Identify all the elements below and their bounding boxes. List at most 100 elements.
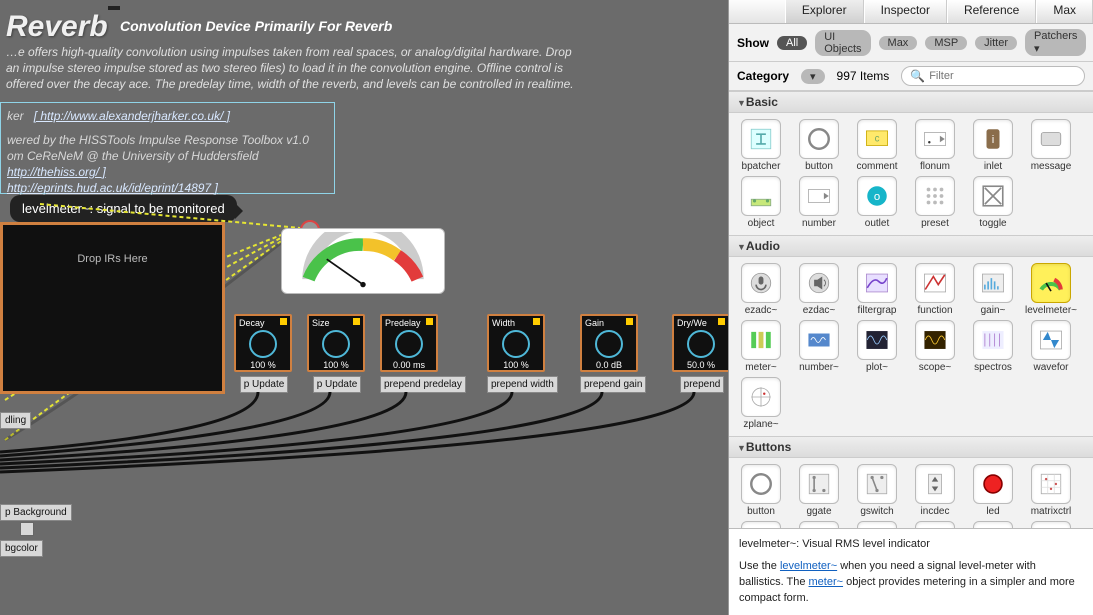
send-object[interactable]: p Update [313, 376, 362, 393]
dial-knob[interactable] [395, 330, 423, 358]
section-header-buttons[interactable]: Buttons [729, 436, 1093, 458]
search-input[interactable] [929, 70, 1076, 82]
category-dropdown[interactable]: ▾ [801, 69, 825, 84]
tab-inspector[interactable]: Inspector [864, 0, 947, 23]
dial-map-icon[interactable] [626, 318, 633, 325]
palette-item-comment[interactable]: ccomment [849, 119, 905, 172]
meter-icon [741, 320, 781, 360]
send-object[interactable]: prepend gain [580, 376, 646, 393]
palette-item-gswitch[interactable]: gswitch [849, 464, 905, 517]
dial-gain[interactable]: Gain 0.0 dB prepend gain [580, 314, 640, 393]
inlet-icon: i [973, 119, 1013, 159]
palette-item-led[interactable]: led [965, 464, 1021, 517]
dial-knob[interactable] [595, 330, 623, 358]
palette-item-plot[interactable]: plot~ [849, 320, 905, 373]
palette-item-inlet[interactable]: iinlet [965, 119, 1021, 172]
filter-jitter[interactable]: Jitter [975, 36, 1017, 50]
send-object[interactable]: p Update [240, 376, 289, 393]
comment-icon: c [857, 119, 897, 159]
p-background-object[interactable]: p Background [0, 504, 72, 521]
palette-item-incdec[interactable]: incdec [907, 464, 963, 517]
author-url[interactable]: [ http://www.alexanderjharker.co.uk/ ] [34, 109, 230, 123]
audio-bus-cables [0, 392, 728, 482]
palette-item-filtergrap[interactable]: filtergrap [849, 263, 905, 316]
palette-item-function[interactable]: function [907, 263, 963, 316]
svg-text:o: o [874, 191, 880, 203]
palette-item-levelmeter[interactable]: levelmeter~ [1023, 263, 1079, 316]
tab-max[interactable]: Max [1036, 0, 1093, 23]
dial-dry/we[interactable]: Dry/We 50.0 % prepend [672, 314, 728, 393]
filter-all[interactable]: All [777, 36, 807, 50]
dial-knob[interactable] [687, 330, 715, 358]
dial-map-icon[interactable] [280, 318, 287, 325]
palette-item-spectros[interactable]: spectros [965, 320, 1021, 373]
dial-decay[interactable]: Decay 100 % p Update [234, 314, 294, 393]
filter-max[interactable]: Max [879, 36, 918, 50]
dial-knob[interactable] [249, 330, 277, 358]
palette-item-button[interactable]: button [733, 464, 789, 517]
section-header-basic[interactable]: Basic [729, 91, 1093, 113]
filter-ui-objects[interactable]: UI Objects [815, 30, 870, 56]
tab-explorer[interactable]: Explorer [785, 0, 864, 23]
credit-link-2[interactable]: http://eprints.hud.ac.uk/id/eprint/14897… [7, 181, 218, 195]
section-header-audio[interactable]: Audio [729, 235, 1093, 257]
author-info-box: ker [ http://www.alexanderjharker.co.uk/… [0, 102, 335, 194]
palette-item-number[interactable]: number~ [791, 320, 847, 373]
ir-drop-label: Drop IRs Here [3, 253, 222, 265]
palette-item-bpatcher[interactable]: bpatcher [733, 119, 789, 172]
dling-object[interactable]: dling [0, 412, 31, 429]
filter-patchers[interactable]: Patchers [1025, 29, 1086, 56]
dial-map-icon[interactable] [353, 318, 360, 325]
palette-item-toggle[interactable]: toggle [965, 176, 1021, 229]
bgcolor-toggle[interactable] [20, 522, 34, 536]
category-bar: Category ▾ 997 Items 🔍 [729, 62, 1093, 91]
dial-predelay[interactable]: Predelay 0.00 ms prepend predelay [380, 314, 440, 393]
tab-reference[interactable]: Reference [947, 0, 1036, 23]
preset-icon [915, 176, 955, 216]
palette-item-button[interactable]: button [791, 119, 847, 172]
palette-item-ezadc[interactable]: ezadc~ [733, 263, 789, 316]
panel-tabs: Explorer Inspector Reference Max [729, 0, 1093, 24]
inlet-tooltip: levelmeter~: signal to be monitored [10, 195, 237, 222]
patcher-canvas[interactable]: Reverb Convolution Device Primarily For … [0, 0, 728, 615]
dial-knob[interactable] [502, 330, 530, 358]
wave-icon [1031, 320, 1071, 360]
object-icon [741, 176, 781, 216]
search-field-wrap[interactable]: 🔍 [901, 66, 1085, 86]
dial-map-icon[interactable] [533, 318, 540, 325]
send-object[interactable]: prepend predelay [380, 376, 466, 393]
help-link-levelmeter[interactable]: levelmeter~ [780, 560, 837, 572]
palette-item-ggate[interactable]: ggate [791, 464, 847, 517]
palette-item-scope[interactable]: scope~ [907, 320, 963, 373]
show-label: Show [737, 36, 769, 50]
palette-item-message[interactable]: message [1023, 119, 1079, 172]
palette-item-matrixctrl[interactable]: matrixctrl [1023, 464, 1079, 517]
palette-item-meter[interactable]: meter~ [733, 320, 789, 373]
item-count: 997 Items [837, 69, 890, 83]
levelmeter-object[interactable] [281, 228, 445, 294]
patch-title: Reverb [6, 10, 108, 44]
show-filter-bar: Show All UI Objects Max MSP Jitter Patch… [729, 24, 1093, 62]
dial-map-icon[interactable] [426, 318, 433, 325]
palette-item-gain[interactable]: gain~ [965, 263, 1021, 316]
circle-icon [741, 464, 781, 504]
dial-map-icon[interactable] [718, 318, 725, 325]
palette-item-outlet[interactable]: ooutlet [849, 176, 905, 229]
dial-width[interactable]: Width 100 % prepend width [487, 314, 547, 393]
help-link-meter[interactable]: meter~ [809, 576, 844, 588]
send-object[interactable]: prepend width [487, 376, 558, 393]
palette-item-object[interactable]: object [733, 176, 789, 229]
palette-item-ezdac[interactable]: ezdac~ [791, 263, 847, 316]
ir-drop-zone[interactable]: Drop IRs Here [0, 222, 225, 394]
bgcolor-object[interactable]: bgcolor [0, 540, 43, 557]
credit-link-1[interactable]: http://thehiss.org/ ] [7, 165, 106, 179]
palette-item-flonum[interactable]: flonum [907, 119, 963, 172]
palette-item-wavefor[interactable]: wavefor [1023, 320, 1079, 373]
palette-item-zplane[interactable]: zplane~ [733, 377, 789, 430]
palette-item-number[interactable]: number [791, 176, 847, 229]
dial-size[interactable]: Size 100 % p Update [307, 314, 367, 393]
send-object[interactable]: prepend [680, 376, 725, 393]
palette-item-preset[interactable]: preset [907, 176, 963, 229]
dial-knob[interactable] [322, 330, 350, 358]
filter-msp[interactable]: MSP [925, 36, 967, 50]
